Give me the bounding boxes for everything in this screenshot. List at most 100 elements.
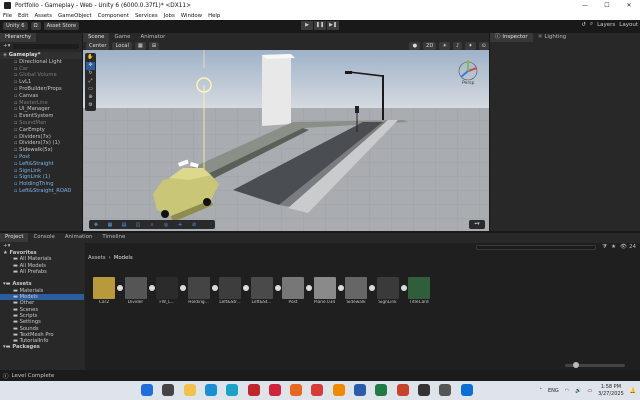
tab-animator[interactable]: Animator	[136, 33, 171, 42]
expand-arrow-icon[interactable]	[117, 285, 123, 291]
overlay-icon-2[interactable]: ▦	[103, 222, 117, 228]
hierarchy-item[interactable]: ▫ Left&Straight_ROAD	[0, 188, 82, 195]
asset-item[interactable]: Left&Str...	[219, 277, 241, 305]
zoom-slider[interactable]	[565, 362, 625, 368]
hierarchy-item[interactable]: ▫ UI_Manager	[0, 106, 82, 113]
step-button[interactable]: ▶❚	[327, 21, 339, 30]
transform-tool-icon[interactable]: ⊕	[86, 94, 95, 102]
scale-tool-icon[interactable]: ⤢	[86, 78, 95, 86]
expand-arrow-icon[interactable]	[180, 285, 186, 291]
chrome-red-icon[interactable]	[311, 384, 324, 396]
asset-item[interactable]: Car2	[93, 277, 115, 305]
2d-toggle-icon[interactable]: 2D	[423, 42, 437, 50]
asset-item[interactable]: Left&St...	[250, 277, 273, 305]
expand-arrow-icon[interactable]	[274, 285, 281, 291]
zoom-slider-handle[interactable]	[573, 362, 579, 368]
tab-game[interactable]: Game	[109, 33, 135, 42]
maximize-button[interactable]: ☐	[596, 0, 618, 11]
overlay-icon-3[interactable]: ▤	[117, 222, 131, 228]
hierarchy-item[interactable]: ▫ Global Volume	[0, 72, 82, 79]
menu-window[interactable]: Window	[181, 13, 202, 19]
windows-icon[interactable]	[141, 384, 153, 396]
asset-item[interactable]: SignLink	[376, 277, 399, 305]
favorite-icon[interactable]: ★	[611, 244, 616, 250]
hierarchy-item[interactable]: ▫ SoundMan	[0, 120, 82, 127]
effects-icon[interactable]: ✦	[465, 42, 476, 50]
pivot-dropdown[interactable]: Center	[86, 42, 110, 50]
asset-item[interactable]: Sidewalk	[345, 277, 367, 305]
edge-icon[interactable]	[204, 384, 217, 396]
filter-icon[interactable]: ⧩	[602, 244, 607, 251]
hierarchy-item[interactable]: ▫ CarEmpty	[0, 127, 82, 134]
tab-lighting[interactable]: ☼ Lighting	[533, 33, 572, 42]
asset-item[interactable]: Post	[282, 277, 304, 305]
vs-icon[interactable]	[460, 384, 473, 396]
menu-edit[interactable]: Edit	[18, 13, 28, 19]
hierarchy-item[interactable]: ▫ HoldingThing	[0, 181, 82, 188]
play-button[interactable]: ▶	[301, 21, 313, 30]
hierarchy-search-input[interactable]	[13, 43, 79, 49]
tab-console[interactable]: Console	[28, 233, 59, 242]
battery-icon[interactable]: ▭	[587, 388, 592, 394]
breadcrumb-assets[interactable]: Assets	[88, 255, 106, 261]
overlay-icon-4[interactable]: ◫	[131, 222, 145, 228]
opera-icon[interactable]	[268, 384, 281, 396]
rect-tool-icon[interactable]: ▭	[86, 86, 95, 94]
unity-icon[interactable]	[417, 384, 430, 396]
tab-scene[interactable]: Scene	[83, 33, 110, 42]
cloud-icon[interactable]: Ω	[30, 22, 41, 30]
minimize-button[interactable]: —	[574, 0, 596, 11]
notification-bell-icon[interactable]: 🔔	[630, 388, 636, 394]
pause-button[interactable]: ❚❚	[314, 21, 326, 30]
asset-item[interactable]: Divider	[124, 277, 147, 305]
close-button[interactable]: ✕	[618, 0, 640, 11]
menu-component[interactable]: Component	[98, 13, 129, 19]
asset-search-input[interactable]	[476, 244, 597, 250]
hierarchy-item[interactable]: ▫ ProBuilder/Props	[0, 86, 82, 93]
hierarchy-item[interactable]: ▫ Dividers(7x) (1)	[0, 140, 82, 147]
overlay-icon-1[interactable]: ✥	[89, 222, 103, 228]
vscode-cyan-icon[interactable]	[226, 384, 239, 396]
snap-icon[interactable]: ⊞	[148, 42, 160, 50]
asset-store-button[interactable]: Asset Store	[43, 22, 80, 30]
tab-project[interactable]: Project	[0, 233, 29, 242]
tab-timeline[interactable]: Timeline	[97, 233, 130, 242]
project-add-button[interactable]: +▾	[0, 243, 84, 250]
layout-dropdown[interactable]: Layout	[619, 22, 638, 28]
menu-help[interactable]: Help	[208, 13, 220, 19]
status-message[interactable]: Level Complete	[12, 373, 55, 379]
vlc-icon[interactable]	[332, 384, 345, 396]
explorer-icon[interactable]	[183, 384, 196, 396]
tray-chevron-icon[interactable]: ˄	[540, 388, 543, 394]
wifi-icon[interactable]: ◠	[565, 388, 569, 394]
menu-services[interactable]: Services	[135, 13, 158, 19]
asset-item[interactable]: TitleCard	[408, 277, 430, 305]
hierarchy-item[interactable]: ▫ SignLink (1)	[0, 174, 82, 181]
firefox-icon[interactable]	[290, 384, 303, 396]
expand-arrow-icon[interactable]	[243, 285, 249, 291]
undo-history-icon[interactable]: ↺	[581, 22, 586, 28]
menu-jobs[interactable]: Jobs	[164, 13, 175, 19]
hierarchy-item[interactable]: ▫ LvL1	[0, 79, 82, 86]
tab-hierarchy[interactable]: Hierarchy	[0, 33, 37, 42]
hierarchy-item[interactable]: ▫ EventSystem	[0, 113, 82, 120]
unity-hub-icon[interactable]	[439, 384, 452, 396]
search-icon[interactable]: ⌕	[590, 21, 593, 28]
clock[interactable]: 1:58 PM 3/27/2025	[598, 384, 624, 398]
lighting-toggle-icon[interactable]: ☀	[439, 42, 450, 50]
hierarchy-item[interactable]: ▫ Dividers(7x)	[0, 134, 82, 141]
asset-item[interactable]: Plane.034	[313, 277, 336, 305]
asset-item[interactable]: Holding...	[187, 277, 210, 305]
hierarchy-item[interactable]: ▫ MasterLine	[0, 100, 82, 107]
word-icon[interactable]	[354, 384, 366, 396]
audio-toggle-icon[interactable]: ♪	[452, 42, 463, 50]
expand-arrow-icon[interactable]	[337, 285, 344, 291]
hierarchy-item[interactable]: ▫ Post	[0, 154, 82, 161]
language-indicator[interactable]: ENG	[548, 388, 559, 394]
search-icon[interactable]	[162, 384, 175, 396]
hierarchy-item[interactable]: ▫ Left&Straight	[0, 161, 82, 168]
rotate-tool-icon[interactable]: ↻	[86, 70, 95, 78]
camera-overlay-button[interactable]: ⌖▾	[469, 220, 485, 229]
excel-icon[interactable]	[375, 384, 388, 396]
move-tool-icon[interactable]: ✥	[86, 62, 95, 70]
